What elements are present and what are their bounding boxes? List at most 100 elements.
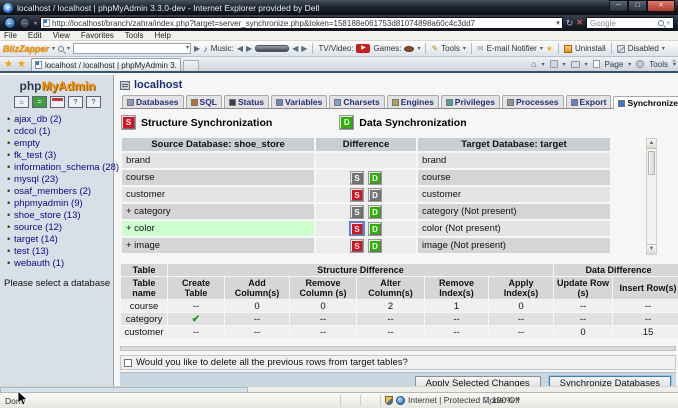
email-dropdown-icon[interactable]: ▾ bbox=[540, 45, 543, 52]
print-dropdown-icon[interactable]: ▾ bbox=[585, 61, 588, 68]
database-link[interactable]: fk_test (3) bbox=[4, 150, 111, 162]
forward-button[interactable]: → bbox=[19, 17, 31, 29]
play-icon[interactable]: ▶ bbox=[194, 44, 200, 53]
search-box[interactable]: Google ▾ bbox=[586, 17, 674, 29]
database-link[interactable]: cdcol (1) bbox=[4, 126, 111, 138]
data-sync-button[interactable]: D bbox=[369, 240, 381, 252]
data-sync-button[interactable]: D bbox=[369, 223, 381, 235]
address-field[interactable]: http://localhost/branch/zahra/index.php?… bbox=[40, 17, 563, 29]
minimize-button[interactable]: ─ bbox=[609, 0, 628, 12]
scroll-up-icon[interactable]: ▲ bbox=[647, 139, 656, 149]
search-dropdown-icon[interactable]: ▾ bbox=[666, 19, 670, 27]
menu-view[interactable]: View bbox=[53, 31, 70, 40]
tab-sql[interactable]: SQL bbox=[186, 95, 222, 108]
disabled-dropdown-icon[interactable]: ▾ bbox=[662, 45, 665, 52]
structure-sync-button[interactable]: S bbox=[351, 189, 363, 201]
maximize-button[interactable]: □ bbox=[628, 0, 647, 12]
add-favorite-icon[interactable]: ★ bbox=[17, 59, 26, 70]
pma-docs-icon[interactable]: ? bbox=[68, 96, 83, 108]
database-link[interactable]: shoe_store (13) bbox=[4, 210, 111, 222]
sql-window-icon[interactable]: = bbox=[32, 96, 47, 108]
search-placeholder[interactable]: Google bbox=[590, 19, 658, 28]
tab-engines[interactable]: Engines bbox=[387, 95, 439, 108]
close-button[interactable]: ✕ bbox=[647, 0, 675, 12]
next-track-icon[interactable]: ▶ bbox=[246, 44, 252, 53]
tab-export[interactable]: Export bbox=[566, 95, 612, 108]
print-icon[interactable] bbox=[571, 61, 580, 68]
tab-databases[interactable]: Databases bbox=[122, 95, 184, 108]
zoom-control[interactable]: 100% ▾ bbox=[483, 395, 520, 405]
structure-sync-button[interactable]: S bbox=[351, 172, 363, 184]
apply-selected-changes-button[interactable]: Apply Selected Changes bbox=[415, 376, 541, 387]
docs-icon[interactable] bbox=[50, 96, 65, 108]
data-sync-button[interactable]: D bbox=[369, 172, 381, 184]
database-link[interactable]: ajax_db (2) bbox=[4, 114, 111, 126]
url-text[interactable]: http://localhost/branch/zahra/index.php?… bbox=[52, 19, 554, 28]
favorites-center-icon[interactable]: ★ bbox=[4, 59, 13, 70]
tab-variables[interactable]: Variables bbox=[271, 95, 327, 108]
tab-processes[interactable]: Processes bbox=[502, 95, 564, 108]
address-dropdown-icon[interactable]: ▾ bbox=[556, 19, 560, 27]
prev-track-icon[interactable]: ◀ bbox=[237, 44, 243, 53]
tools-menu[interactable]: Tools bbox=[649, 60, 668, 69]
menu-edit[interactable]: Edit bbox=[28, 31, 42, 40]
feeds-icon[interactable] bbox=[550, 60, 558, 68]
tools-dropdown-icon[interactable]: ▾ bbox=[463, 45, 466, 52]
stop-button[interactable]: ✕ bbox=[576, 17, 583, 29]
menu-favorites[interactable]: Favorites bbox=[81, 31, 114, 40]
volume-slider[interactable] bbox=[255, 45, 289, 52]
email-icon[interactable]: ✉ bbox=[477, 44, 484, 53]
home-icon[interactable]: ⌂ bbox=[14, 96, 29, 108]
database-link[interactable]: source (12) bbox=[4, 222, 111, 234]
tab-title[interactable]: localhost / localhost | phpMyAdmin 3.3.0… bbox=[45, 61, 177, 70]
database-link[interactable]: mysql (23) bbox=[4, 174, 111, 186]
feeds-dropdown-icon[interactable]: ▾ bbox=[563, 61, 566, 68]
tools-pencil-icon[interactable]: ✎ bbox=[431, 44, 438, 53]
disabled-label[interactable]: Disabled bbox=[628, 44, 659, 53]
menu-help[interactable]: Help bbox=[154, 31, 170, 40]
database-link[interactable]: test (13) bbox=[4, 246, 111, 258]
data-sync-button[interactable]: D bbox=[369, 189, 381, 201]
data-sync-button[interactable]: D bbox=[369, 206, 381, 218]
home-dropdown-icon[interactable]: ▾ bbox=[542, 61, 545, 68]
page-dropdown-icon[interactable]: ▾ bbox=[628, 61, 631, 68]
toolbar-search-dropdown-icon[interactable]: ▾ bbox=[67, 45, 70, 52]
toolbar-search-icon[interactable] bbox=[58, 46, 64, 52]
forward-icon[interactable]: ▶ bbox=[301, 44, 307, 53]
synchronize-databases-button[interactable]: Synchronize Databases bbox=[549, 376, 671, 387]
tab-synchronize[interactable]: Synchronize bbox=[613, 96, 678, 109]
uninstall-icon[interactable] bbox=[564, 45, 572, 53]
games-dropdown-icon[interactable]: ▾ bbox=[417, 45, 420, 52]
mysql-docs-icon[interactable]: ? bbox=[86, 96, 101, 108]
scroll-down-icon[interactable]: ▼ bbox=[647, 244, 656, 254]
toolbar-overflow-icon[interactable]: » bbox=[672, 58, 676, 65]
tab-charsets[interactable]: Charsets bbox=[329, 95, 384, 108]
database-link[interactable]: information_schema (28) bbox=[4, 162, 111, 174]
home-icon[interactable]: ⌂ bbox=[531, 59, 536, 69]
zoom-level[interactable]: 100% bbox=[492, 395, 514, 405]
back-button[interactable]: ← bbox=[4, 17, 16, 29]
uninstall-label[interactable]: Uninstall bbox=[575, 44, 606, 53]
structure-sync-button[interactable]: S bbox=[351, 223, 363, 235]
brand-dropdown-icon[interactable]: ▾ bbox=[52, 45, 55, 52]
football-icon[interactable] bbox=[404, 46, 414, 52]
star-icon[interactable]: ★ bbox=[546, 44, 553, 53]
youtube-icon[interactable]: ▶ bbox=[356, 44, 370, 53]
delete-rows-checkbox[interactable] bbox=[124, 359, 132, 367]
menu-tools[interactable]: Tools bbox=[125, 31, 144, 40]
rewind-icon[interactable]: ◀ bbox=[292, 44, 298, 53]
structure-sync-button[interactable]: S bbox=[351, 240, 363, 252]
new-tab-button[interactable] bbox=[183, 60, 199, 71]
structure-sync-button[interactable]: S bbox=[351, 206, 363, 218]
database-link[interactable]: empty bbox=[4, 138, 111, 150]
history-dropdown-icon[interactable]: ▾ bbox=[34, 20, 37, 27]
zoom-dropdown-icon[interactable]: ▾ bbox=[517, 397, 520, 404]
tab-privileges[interactable]: Privileges bbox=[441, 95, 500, 108]
toolbar-search-input[interactable] bbox=[73, 43, 191, 54]
database-link[interactable]: osaf_members (2) bbox=[4, 186, 111, 198]
toolbar-tools-label[interactable]: Tools bbox=[441, 44, 460, 53]
disabled-icon[interactable] bbox=[617, 45, 625, 53]
refresh-button[interactable]: ↻ bbox=[566, 17, 574, 29]
search-icon[interactable] bbox=[658, 20, 664, 26]
database-link[interactable]: target (14) bbox=[4, 234, 111, 246]
